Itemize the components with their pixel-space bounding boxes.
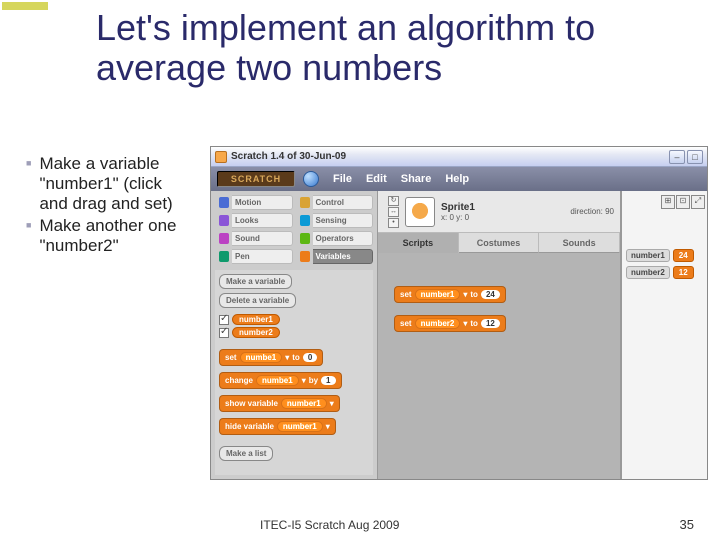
variable-row-2: number2 [219,327,369,338]
menu-share[interactable]: Share [395,173,438,185]
app-icon [215,151,227,163]
stage-panel: ⊞ ⊡ ⤢ number1 24 number2 12 [621,191,707,479]
dropdown-arrow-icon: ▾ [326,422,330,431]
tool-icon[interactable]: ⤢ [691,195,705,209]
window-title: Scratch 1.4 of 30-Jun-09 [231,151,346,162]
category-sound[interactable]: Sound [215,231,293,246]
make-variable-button[interactable]: Make a variable [219,274,292,289]
menu-help[interactable]: Help [439,173,475,185]
variable-row-1: number1 [219,314,369,325]
menubar: SCRATCH File Edit Share Help [211,167,707,191]
menu-file[interactable]: File [327,173,358,185]
stage-tools: ⊞ ⊡ ⤢ [624,195,705,213]
dropdown-arrow-icon: ▾ [285,353,289,362]
brand-logo: SCRATCH [217,171,295,187]
dropdown-arrow-icon: ▾ [463,290,467,299]
rotation-tools: ↻ ↔ • [388,196,399,228]
category-sensing[interactable]: Sensing [296,213,374,228]
sprite-name[interactable]: Sprite1 [441,202,475,213]
category-motion[interactable]: Motion [215,195,293,210]
page-number: 35 [680,517,694,532]
variable-checkbox-2[interactable] [219,328,229,338]
sprite-thumbnail[interactable] [405,197,435,227]
tab-costumes[interactable]: Costumes [459,233,540,253]
block-change-variable[interactable]: change numbe1▾ by 1 [219,372,342,389]
slide-title: Let's implement an algorithm to average … [96,8,720,87]
minimize-button[interactable]: – [669,150,685,164]
tab-sounds[interactable]: Sounds [539,233,620,253]
category-pen[interactable]: Pen [215,249,293,264]
menu-edit[interactable]: Edit [360,173,393,185]
rotate-flip-icon[interactable]: ↔ [388,207,399,217]
block-palette: Motion Control Looks Sensing Sound Opera… [211,191,377,479]
scripts-area[interactable]: set number1▾ to 24 set number2▾ to 12 [378,253,620,479]
scripts-panel: ↻ ↔ • Sprite1 x: 0 y: 0 direction: 90 Sc… [377,191,621,479]
variable-pill-2[interactable]: number2 [232,327,280,338]
category-variables[interactable]: Variables [296,249,374,264]
rotate-free-icon[interactable]: ↻ [388,196,399,206]
tool-icon[interactable]: ⊡ [676,195,690,209]
maximize-button[interactable]: □ [687,150,703,164]
category-looks[interactable]: Looks [215,213,293,228]
sprite-xy: x: 0 y: 0 [441,213,475,222]
dropdown-arrow-icon: ▾ [463,319,467,328]
bullet-list: Make a variable "number1" (click and dra… [26,154,201,258]
variable-monitor-1[interactable]: number1 24 [626,249,703,262]
scratch-window: Scratch 1.4 of 30-Jun-09 – □ SCRATCH Fil… [210,146,708,480]
block-hide-variable[interactable]: hide variable number1▾ [219,418,336,435]
rotate-none-icon[interactable]: • [388,218,399,228]
variable-checkbox-1[interactable] [219,315,229,325]
dropdown-arrow-icon: ▾ [302,376,306,385]
variable-pill-1[interactable]: number1 [232,314,280,325]
category-control[interactable]: Control [296,195,374,210]
dropdown-arrow-icon: ▾ [330,399,334,408]
variable-monitor-2[interactable]: number2 12 [626,266,703,279]
accent-bar [2,2,48,10]
bullet-2: Make another one "number2" [39,216,189,256]
script-block-2[interactable]: set number2▾ to 12 [394,315,506,332]
footer-center: ITEC-I5 Scratch Aug 2009 [260,518,399,532]
script-block-1[interactable]: set number1▾ to 24 [394,286,506,303]
language-globe-icon[interactable] [303,171,319,187]
titlebar: Scratch 1.4 of 30-Jun-09 – □ [211,147,707,167]
make-list-button[interactable]: Make a list [219,446,273,461]
delete-variable-button[interactable]: Delete a variable [219,293,296,308]
tool-icon[interactable]: ⊞ [661,195,675,209]
block-set-variable[interactable]: set numbe1▾ to 0 [219,349,323,366]
sprite-header: ↻ ↔ • Sprite1 x: 0 y: 0 direction: 90 [378,191,620,233]
tab-bar: Scripts Costumes Sounds [378,233,620,253]
category-operators[interactable]: Operators [296,231,374,246]
bullet-1: Make a variable "number1" (click and dra… [39,154,189,214]
sprite-direction: direction: 90 [570,207,614,216]
block-show-variable[interactable]: show variable number1▾ [219,395,340,412]
tab-scripts[interactable]: Scripts [378,233,459,253]
